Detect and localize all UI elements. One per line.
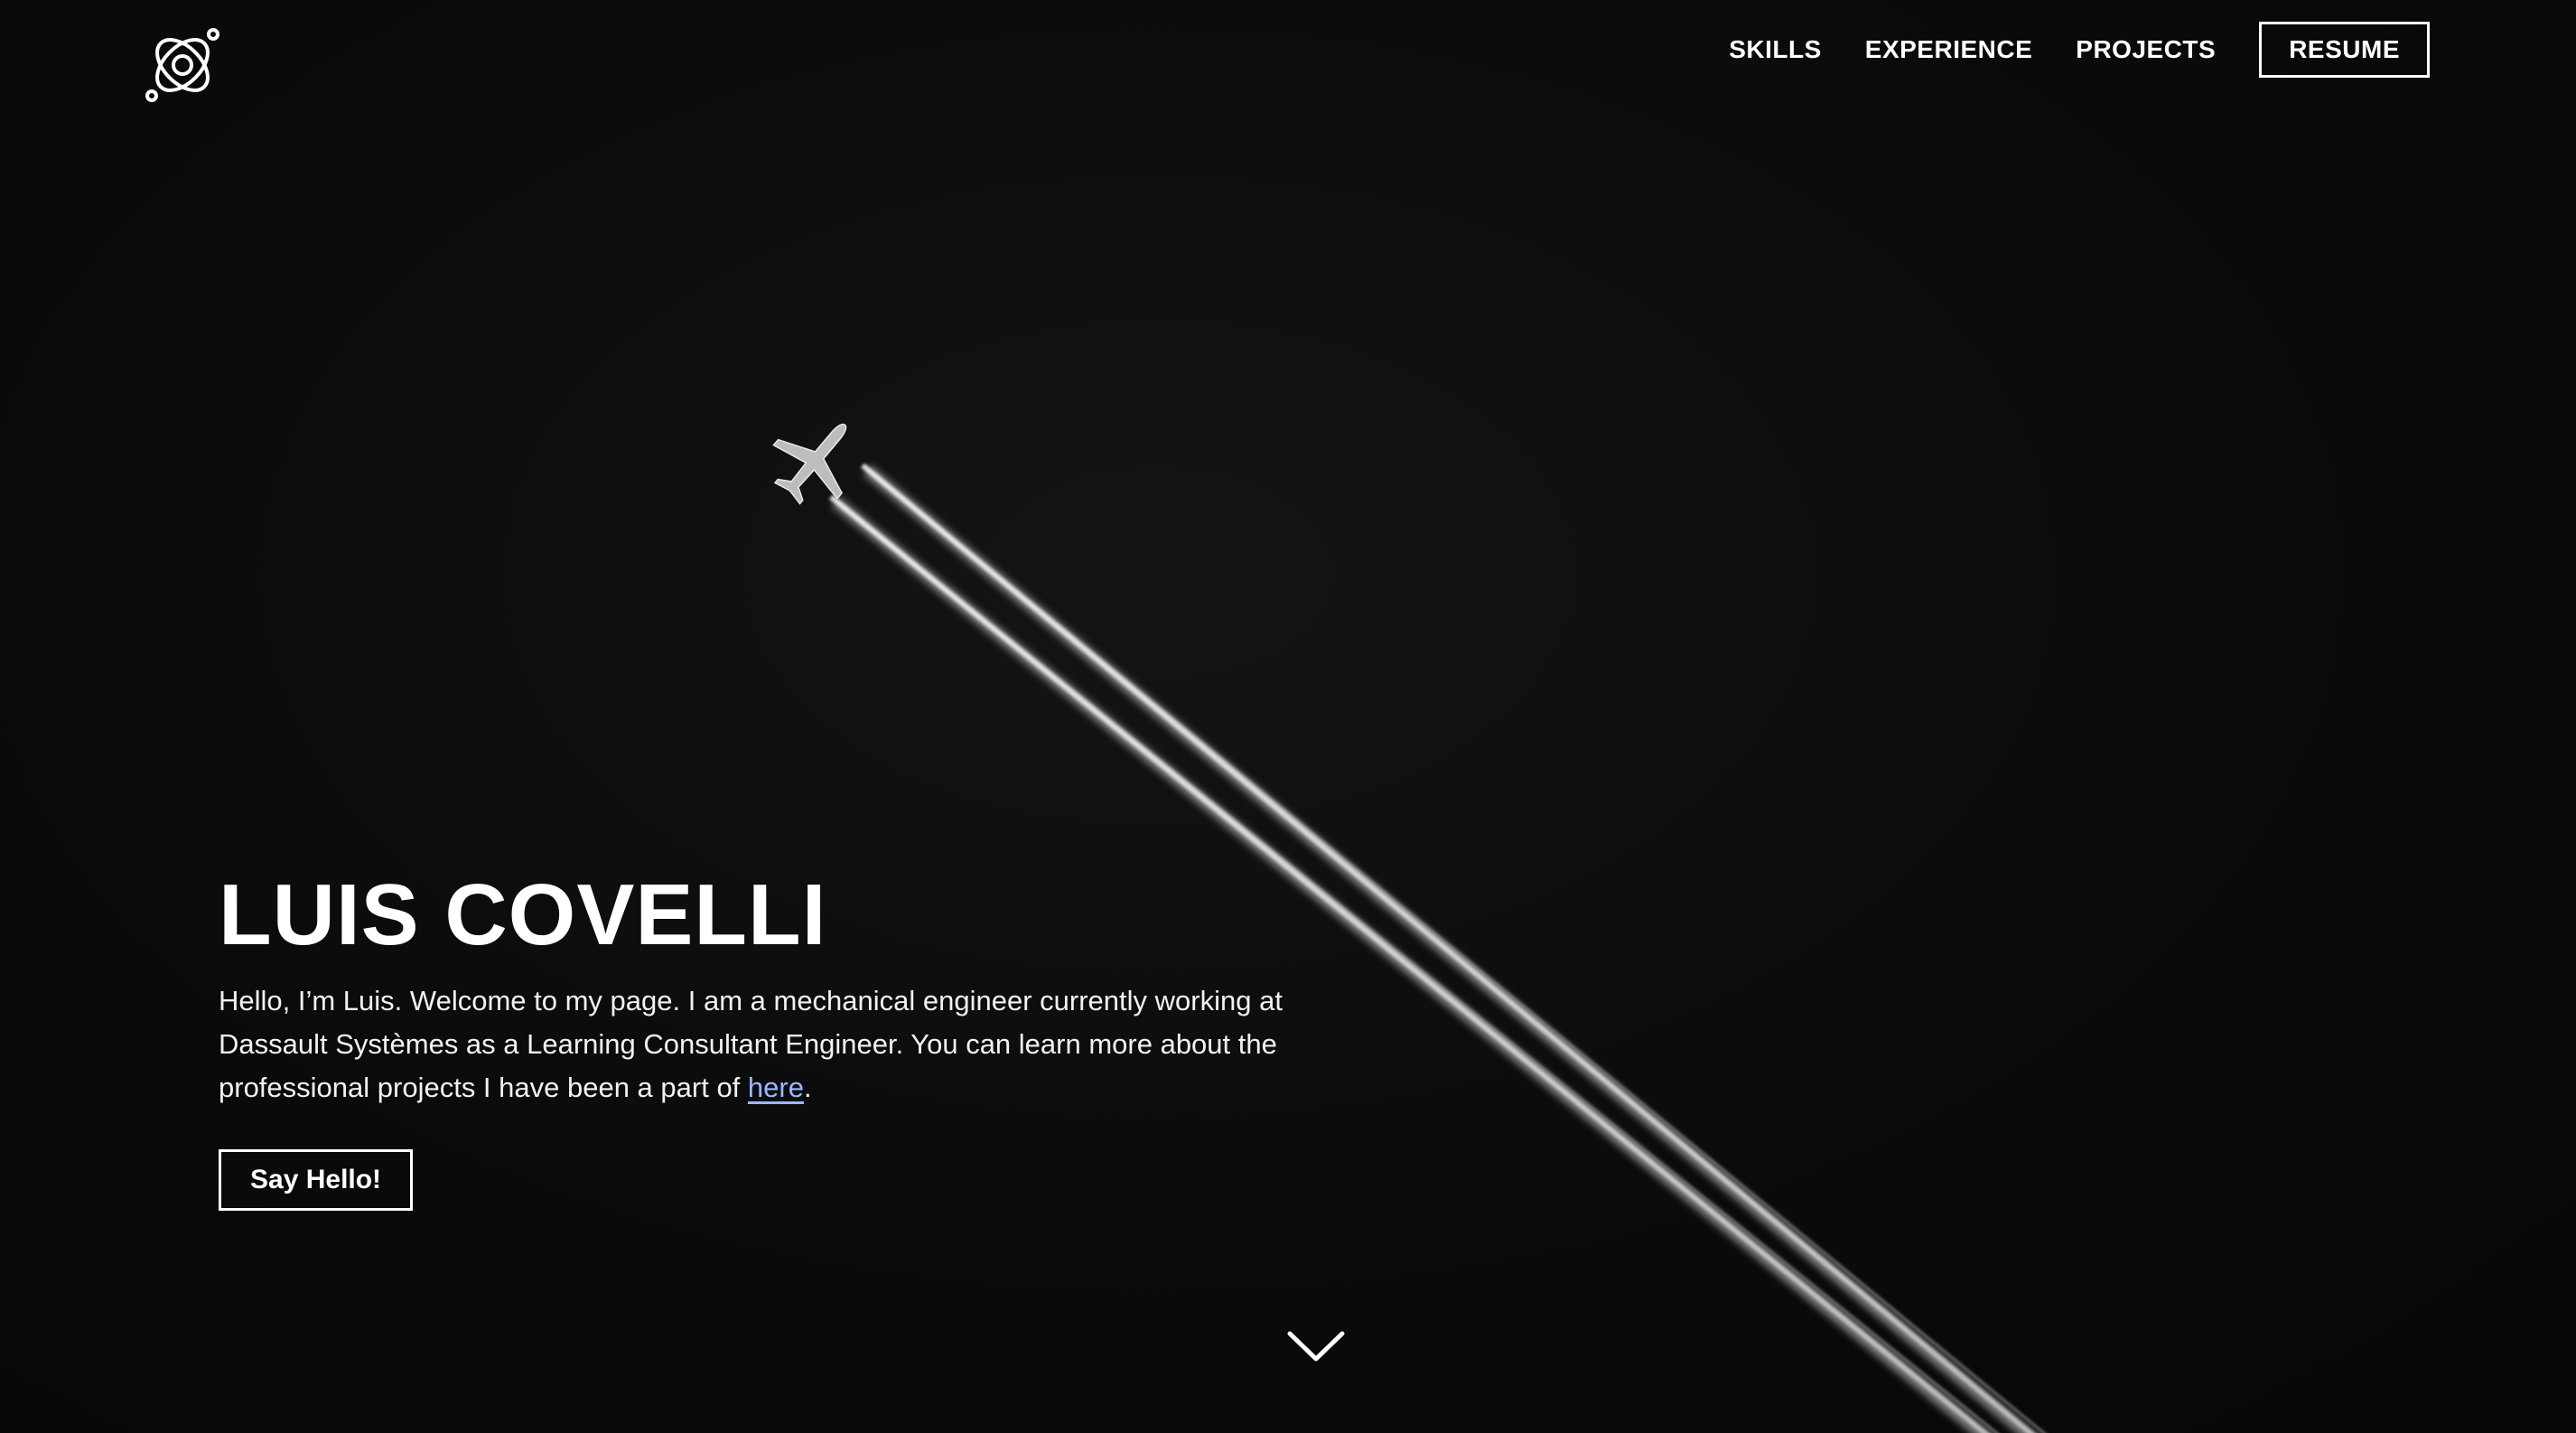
intro-paragraph: Hello, I’m Luis. Welcome to my page. I a… bbox=[219, 979, 1302, 1110]
atom-orbit-icon[interactable] bbox=[143, 25, 222, 105]
intro-period: . bbox=[803, 1071, 812, 1103]
airplane-contrail-image bbox=[772, 423, 2046, 1433]
top-nav: SKILLS EXPERIENCE PROJECTS RESUME bbox=[1729, 22, 2430, 78]
airplane-icon bbox=[772, 423, 847, 505]
hero-section: SKILLS EXPERIENCE PROJECTS RESUME LUIS C… bbox=[0, 0, 2576, 1433]
hero-content: LUIS COVELLI Hello, I’m Luis. Welcome to… bbox=[219, 867, 1339, 1211]
page-title: LUIS COVELLI bbox=[219, 866, 827, 963]
nav-link-skills[interactable]: SKILLS bbox=[1729, 35, 1822, 64]
chevron-down-icon[interactable] bbox=[1286, 1328, 1346, 1364]
nav-link-projects[interactable]: PROJECTS bbox=[2076, 35, 2216, 64]
projects-here-link[interactable]: here bbox=[748, 1072, 804, 1103]
say-hello-button[interactable]: Say Hello! bbox=[219, 1148, 414, 1211]
resume-button[interactable]: RESUME bbox=[2259, 22, 2430, 78]
nav-link-experience[interactable]: EXPERIENCE bbox=[1865, 35, 2033, 64]
